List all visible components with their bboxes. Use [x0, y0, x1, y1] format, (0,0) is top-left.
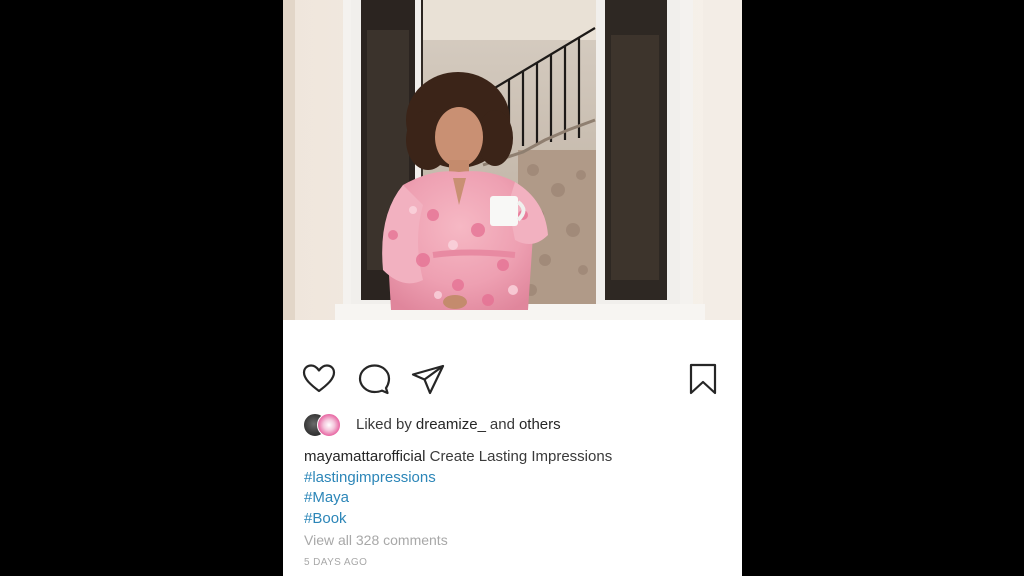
- caption-username[interactable]: mayamattarofficial: [304, 448, 425, 465]
- likes-others-link[interactable]: others: [519, 416, 561, 433]
- liker-avatars[interactable]: [303, 412, 353, 437]
- avatar[interactable]: [317, 413, 341, 437]
- post-caption: mayamattarofficial Create Lasting Impres…: [304, 447, 724, 529]
- save-button[interactable]: [685, 363, 721, 395]
- hashtag-link[interactable]: #lastingimpressions: [304, 468, 724, 489]
- likes-joiner: and: [489, 415, 515, 433]
- instagram-post-card: Liked by dreamize_ and others mayamattar…: [283, 0, 742, 576]
- post-action-bar: [283, 355, 742, 403]
- share-button[interactable]: [410, 363, 446, 395]
- comment-button[interactable]: [356, 363, 392, 395]
- heart-icon: [302, 364, 336, 393]
- view-comments-link[interactable]: View all 328 comments: [304, 532, 448, 548]
- video-frame: Liked by dreamize_ and others mayamattar…: [0, 0, 1024, 576]
- paper-plane-icon: [411, 364, 445, 395]
- liked-by-label: Liked by: [356, 415, 412, 433]
- post-photo-illustration: [283, 0, 742, 320]
- post-timestamp: 5 DAYS AGO: [304, 557, 368, 568]
- like-button[interactable]: [301, 363, 337, 395]
- post-photo[interactable]: [283, 0, 742, 320]
- bookmark-icon: [689, 363, 717, 395]
- likes-summary: Liked by dreamize_ and others: [303, 411, 565, 437]
- liker-username[interactable]: dreamize_: [416, 416, 486, 433]
- hashtag-link[interactable]: #Book: [304, 509, 724, 530]
- hashtag-link[interactable]: #Maya: [304, 488, 724, 509]
- caption-text: Create Lasting Impressions: [429, 448, 613, 465]
- comment-bubble-icon: [358, 364, 391, 395]
